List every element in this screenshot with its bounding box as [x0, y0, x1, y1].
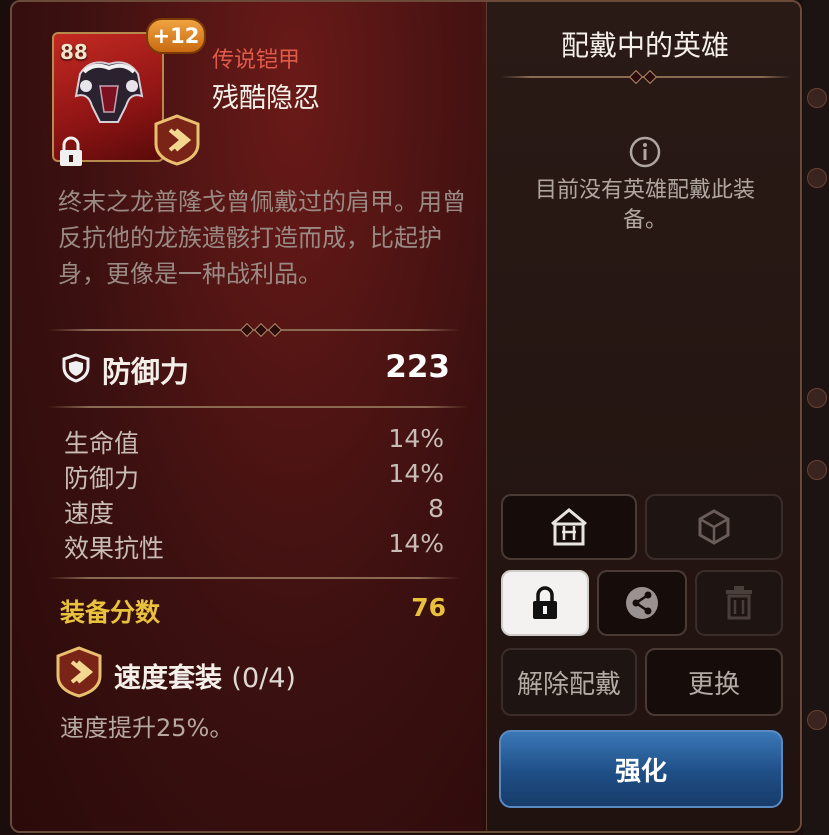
speed-set-icon: [154, 114, 200, 166]
set-bonus: 速度套装 (0/4): [54, 646, 454, 700]
random-button[interactable]: [645, 494, 783, 560]
no-hero-message: 目前没有英雄配戴此装备。: [534, 178, 755, 233]
divider-ornament: [628, 69, 644, 85]
armor-icon: [74, 61, 144, 123]
lock-icon: [533, 586, 557, 619]
share-button[interactable]: [597, 570, 687, 636]
divider: [48, 577, 460, 579]
background-edge: [803, 0, 829, 835]
lock-button[interactable]: [501, 570, 589, 636]
sub-stat-value: 14%: [388, 529, 444, 558]
sub-stat-label: 效果抗性: [64, 534, 165, 563]
sub-stat-value: 8: [428, 494, 444, 523]
set-title: 速度套装: [114, 663, 222, 694]
sub-stat-value: 14%: [388, 459, 444, 488]
set-name: 速度套装 (0/4): [114, 656, 296, 695]
shield-icon: [62, 353, 90, 383]
equipped-hero-panel: 配戴中的英雄 目前没有英雄配戴此装备。 解除配戴 更换 强化: [486, 2, 800, 831]
replace-button[interactable]: 更换: [645, 648, 783, 716]
delete-button[interactable]: [695, 570, 783, 636]
item-description: 终末之龙普隆戈曾佩戴过的肩甲。用曾反抗他的龙族遗骸打造而成，比起护身，更像是一种…: [58, 188, 466, 288]
sub-stat-row: 生命值 14%: [64, 424, 444, 459]
share-icon: [626, 587, 658, 619]
divider-ornament: [253, 322, 269, 338]
replace-label: 更换: [687, 669, 740, 700]
gear-score-label: 装备分数: [60, 598, 161, 627]
storage-button[interactable]: [501, 494, 637, 560]
sub-stat-value: 14%: [388, 424, 444, 453]
sub-stat-row: 效果抗性 14%: [64, 529, 444, 564]
unequip-label: 解除配戴: [516, 669, 621, 700]
info-icon: [629, 136, 661, 168]
divider-ornament: [239, 322, 255, 338]
item-name: 残酷隐忍: [212, 83, 320, 114]
item-info-panel: 88 +12 传说铠甲 残酷隐忍 终末之龙普隆戈曾佩戴过的肩甲。用曾反抗他的龙族…: [12, 2, 482, 831]
item-detail-window: 88 +12 传说铠甲 残酷隐忍 终末之龙普隆戈曾佩戴过的肩甲。用曾反抗他的龙族…: [10, 0, 802, 833]
sub-stat-row: 防御力 14%: [64, 459, 444, 494]
background-icon: [807, 388, 827, 408]
enhance-label: 强化: [614, 756, 667, 787]
lock-icon: [60, 136, 82, 166]
enhance-level-badge: +12: [146, 18, 206, 54]
main-stat: 防御力 223: [60, 345, 450, 389]
sub-stat-row: 速度 8: [64, 494, 444, 529]
speed-set-icon: [56, 646, 102, 698]
equipped-hero-title: 配戴中的英雄: [560, 29, 729, 62]
main-stat-label: 防御力: [102, 355, 190, 389]
gear-score: 装备分数 76: [60, 593, 446, 627]
sub-stat-label: 速度: [64, 499, 115, 528]
background-icon: [807, 168, 827, 188]
sub-stat-label: 防御力: [64, 464, 140, 493]
sub-stat-label: 生命值: [64, 429, 140, 458]
background-icon: [807, 88, 827, 108]
sub-stats-list: 生命值 14% 防御力 14% 速度 8 效果抗性 14%: [64, 424, 444, 564]
dice-icon: [698, 509, 730, 545]
trash-icon: [726, 586, 752, 620]
enhance-button[interactable]: 强化: [499, 730, 783, 808]
main-stat-value: 223: [385, 349, 450, 385]
storage-icon: [551, 508, 587, 546]
background-icon: [807, 710, 827, 730]
set-description: 速度提升25%。: [60, 714, 234, 742]
background-icon: [807, 460, 827, 480]
set-count: (0/4): [231, 663, 296, 694]
divider-ornament: [267, 322, 283, 338]
gear-score-value: 76: [411, 593, 446, 622]
unequip-button[interactable]: 解除配戴: [501, 648, 637, 716]
item-grade: 传说铠甲: [212, 48, 301, 73]
divider-ornament: [642, 69, 658, 85]
divider: [48, 406, 468, 408]
